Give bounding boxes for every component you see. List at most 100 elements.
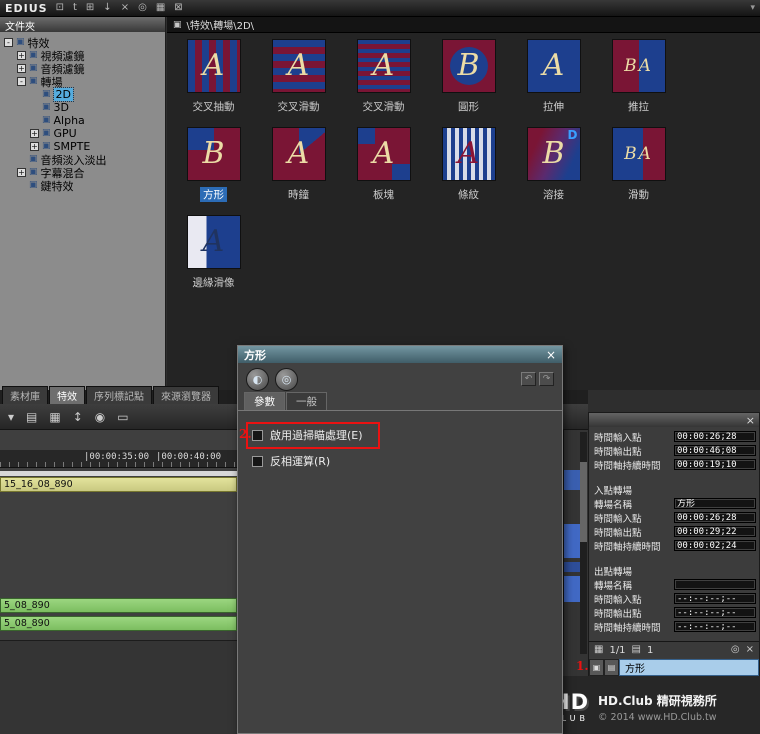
checkbox-1[interactable] (252, 456, 263, 467)
titlebar-overflow-icon[interactable]: ▾ (750, 3, 755, 13)
expander-icon[interactable]: + (30, 129, 39, 138)
effect-item-5[interactable]: BA推拉 (596, 37, 681, 125)
effect-thumbnail: A (357, 39, 411, 93)
transition-preview-icon[interactable]: ◐ (246, 368, 269, 391)
effect-item-4[interactable]: A拉伸 (511, 37, 596, 125)
record-icon[interactable]: ◉ (95, 411, 105, 423)
info-value[interactable]: 00:00:19;10 (674, 459, 756, 470)
scrollbar-thumb[interactable] (580, 462, 587, 542)
close-icon[interactable]: × (546, 348, 556, 362)
dialog-mini-buttons: ↶↷ (521, 372, 554, 386)
effect-item-12[interactable]: A邊緣滑像 (171, 213, 256, 301)
effect-item-1[interactable]: A交叉滑動 (256, 37, 341, 125)
info-value[interactable]: 00:00:29;22 (674, 526, 756, 537)
timeline-clip-audio-2[interactable]: 5_08_890 (0, 616, 237, 631)
effect-item-10[interactable]: BD溶接 (511, 125, 596, 213)
information-panel-header[interactable]: × (589, 413, 759, 427)
redo-icon[interactable]: ↷ (539, 372, 554, 386)
close-tool-icon[interactable]: × (121, 3, 129, 13)
tree-item-11[interactable]: +▣鍵特效 (0, 179, 165, 192)
checkbox-label-1: 反相運算(R) (270, 453, 330, 469)
tree-item-3[interactable]: -▣轉場 (0, 75, 165, 88)
info-value[interactable]: 00:00:26;28 (674, 431, 756, 442)
count-indicator: 1 (647, 645, 653, 656)
timeline-clip-fragment[interactable] (564, 470, 580, 490)
folder-icon: ▣ (42, 116, 51, 125)
effect-item-7[interactable]: A時鐘 (256, 125, 341, 213)
audio-mixer-icon[interactable]: ↕ (73, 411, 83, 423)
tab-1[interactable]: 特效 (49, 386, 85, 404)
tree-item-6[interactable]: +▣Alpha (0, 114, 165, 127)
tree-item-10[interactable]: +▣字幕混合 (0, 166, 165, 179)
add-window-icon[interactable]: ⊞ (86, 3, 94, 13)
lock-icon[interactable]: ⊠ (174, 3, 182, 13)
effect-label: 拉伸 (543, 99, 564, 114)
effect-item-3[interactable]: B圓形 (426, 37, 511, 125)
undo-icon[interactable]: ↶ (521, 372, 536, 386)
vertical-scrollbar[interactable] (580, 432, 587, 654)
info-value[interactable] (674, 579, 756, 590)
expander-icon[interactable]: - (4, 38, 13, 47)
checkbox-0[interactable] (252, 430, 263, 441)
info-value[interactable]: 00:00:26;28 (674, 512, 756, 523)
dialog-tab-1[interactable]: 一般 (286, 392, 327, 410)
expander-icon[interactable]: + (17, 51, 26, 60)
effect-item-6[interactable]: B方形 (171, 125, 256, 213)
options-icon[interactable]: ◎ (731, 645, 740, 655)
close-icon[interactable]: × (746, 645, 754, 655)
info-label: 出點轉場 (589, 564, 632, 578)
info-value[interactable]: 方形 (674, 498, 756, 509)
effect-label: 條紋 (458, 187, 479, 202)
text-tool-icon[interactable]: t (73, 3, 77, 13)
export-icon[interactable]: ↓ (103, 3, 111, 13)
info-label: 入點轉場 (589, 483, 632, 497)
thumbnail-view-icon[interactable]: ▦ (49, 411, 60, 423)
thumbnail-view-icon[interactable]: ▦ (594, 645, 603, 655)
info-value[interactable]: 00:00:02;24 (674, 540, 756, 551)
transition-track-icon[interactable]: ▤ (604, 659, 619, 676)
timeline-clip-fragment[interactable] (564, 562, 580, 572)
info-label: 時間輸入點 (589, 511, 642, 525)
tab-0[interactable]: 素材庫 (2, 386, 48, 404)
dialog-titlebar[interactable]: 方形 × (238, 346, 562, 363)
tab-3[interactable]: 來源瀏覽器 (153, 386, 219, 404)
expander-icon[interactable]: + (17, 64, 26, 73)
timeline-clip-fragment[interactable] (564, 576, 580, 602)
timeline-menu-icon[interactable]: ▾ (8, 411, 14, 423)
transition-type-icon[interactable]: ▣ (589, 659, 604, 676)
info-value[interactable]: --:--:--;-- (674, 593, 756, 604)
tree-item-2[interactable]: +▣音頻濾鏡 (0, 62, 165, 75)
expander-icon[interactable]: + (30, 142, 39, 151)
info-value[interactable]: 00:00:46;08 (674, 445, 756, 456)
timeline-clip-fragment[interactable] (564, 524, 580, 558)
list-view-icon[interactable]: ▤ (26, 411, 37, 423)
panel-layout-icon[interactable]: ▭ (117, 411, 128, 423)
tree-item-4[interactable]: +▣2D (0, 88, 165, 101)
keyframe-icon[interactable]: ◎ (275, 368, 298, 391)
close-icon[interactable]: × (746, 415, 755, 426)
timeline-clip-audio-1[interactable]: 5_08_890 (0, 598, 237, 613)
list-view-icon[interactable]: ▤ (632, 645, 641, 655)
selected-transition-item[interactable]: 方形 (619, 659, 759, 676)
new-window-icon[interactable]: ⊡ (56, 3, 64, 13)
effect-item-0[interactable]: A交叉抽動 (171, 37, 256, 125)
effect-item-11[interactable]: BA滑動 (596, 125, 681, 213)
tab-2[interactable]: 序列標記點 (86, 386, 152, 404)
transition-list-strip: ▣ ▤ 方形 (589, 659, 759, 676)
dialog-tab-0[interactable]: 參數 (244, 392, 285, 410)
effect-item-9[interactable]: A條紋 (426, 125, 511, 213)
layout-grid-icon[interactable]: ▦ (156, 3, 165, 13)
effect-item-8[interactable]: A板塊 (341, 125, 426, 213)
effect-thumbnail: B (187, 127, 241, 181)
tree-item-7[interactable]: +▣GPU (0, 127, 165, 140)
effect-label: 交叉滑動 (363, 99, 405, 114)
info-value[interactable]: --:--:--;-- (674, 621, 756, 632)
tree-item-5[interactable]: +▣3D (0, 101, 165, 114)
info-value[interactable]: --:--:--;-- (674, 607, 756, 618)
capture-icon[interactable]: ◎ (138, 3, 147, 13)
timeline-clip-video[interactable]: 15_16_08_890 (0, 477, 237, 492)
expander-icon[interactable]: + (17, 168, 26, 177)
expander-icon[interactable]: - (17, 77, 26, 86)
checkbox-row-0: 啟用過掃瞄處理(E) (252, 425, 548, 445)
effect-item-2[interactable]: A 交叉滑動 (341, 37, 426, 125)
